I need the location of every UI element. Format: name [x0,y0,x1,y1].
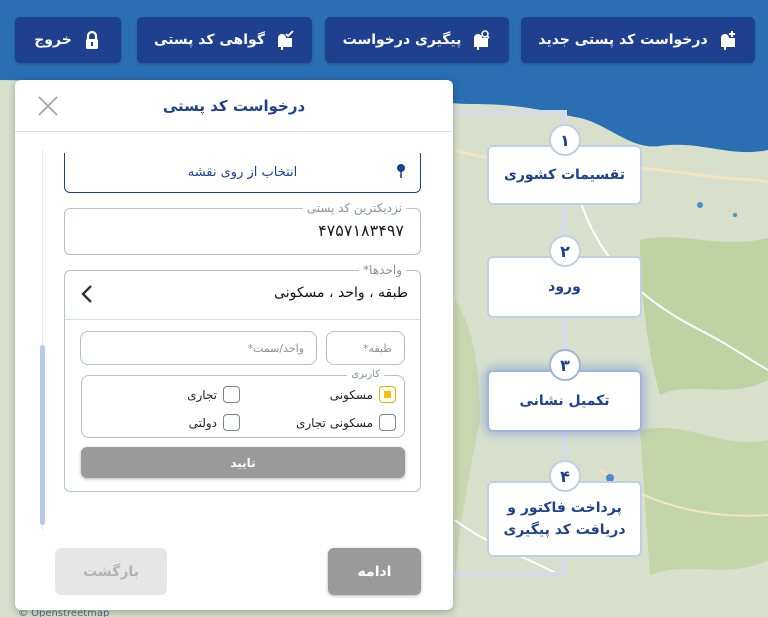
usage-mixed-option[interactable]: مسکونی تجاری [296,414,396,431]
scrollbar-thumb[interactable] [40,345,45,525]
back-button[interactable]: بازگشت [55,548,167,595]
mailbox-search-icon [471,30,491,50]
step-1-number: ۱ [549,124,581,156]
logout-label: خروج [34,32,72,48]
select-on-map-label: انتخاب از روی نقشه [187,165,298,180]
dialog-scrollbar[interactable] [40,150,45,530]
usage-residential-option[interactable]: مسکونی [330,386,396,403]
map-pin-icon [396,163,406,183]
usage-mixed-label: مسکونی تجاری [295,415,373,430]
track-request-label: پیگیری درخواست [342,32,462,48]
lock-icon [82,30,102,50]
step-4-label: پرداخت فاکتور و دریافت کد پیگیری [503,500,626,538]
usage-commercial-label: تجاری [187,387,217,402]
new-postal-code-request-button[interactable]: درخواست کد پستی جدید [521,17,755,63]
stepper-rail-bottom [453,572,567,577]
continue-button[interactable]: ادامه [328,548,421,595]
confirm-unit-button[interactable]: تایید [81,447,405,478]
step-4-box: پرداخت فاکتور و دریافت کد پیگیری [487,481,642,557]
postal-code-request-dialog: درخواست کد پستی انتخاب از روی نقشه نزدیک… [15,80,453,610]
unit-placeholder: واحد/سمت* [247,341,304,355]
units-divider [65,319,420,320]
nearest-postal-code-field[interactable]: نزدیکترین کد پستی ۴۷۵۷۱۸۳۴۹۷ [64,200,421,255]
step-3-label: تکمیل نشانی [519,393,610,409]
usage-label: کاربری [347,368,384,382]
mailbox-plus-icon [718,30,738,50]
mailbox-check-icon [275,30,295,50]
track-request-button[interactable]: پیگیری درخواست [325,17,509,63]
usage-governmental-option[interactable]: دولتی [189,414,240,431]
stepper-rail-top [453,110,565,115]
close-icon[interactable] [37,95,59,117]
usage-mixed-checkbox[interactable] [379,414,396,431]
logout-button[interactable]: خروج [15,17,121,63]
postal-code-certificate-button[interactable]: گواهی کد پستی [137,17,312,63]
nearest-postal-code-value: ۴۷۵۷۱۸۳۴۹۷ [318,221,404,240]
chevron-left-icon[interactable] [79,283,95,305]
units-summary[interactable]: طبقه ، واحد ، مسکونی [274,285,408,301]
dialog-header: درخواست کد پستی [15,80,453,132]
usage-governmental-checkbox[interactable] [223,414,240,431]
certificate-label: گواهی کد پستی [154,32,265,48]
step-4-number: ۴ [549,460,581,492]
step-2-number: ۲ [549,235,581,267]
units-label: واحدها* [359,262,406,278]
usage-residential-checkbox[interactable] [379,386,396,403]
usage-governmental-label: دولتی [188,415,217,430]
usage-residential-label: مسکونی [329,387,373,402]
units-field: واحدها* طبقه ، واحد ، مسکونی طبقه* واحد/… [64,262,421,492]
unit-input[interactable]: واحد/سمت* [80,331,317,365]
step-1-label: تقسیمات کشوری [504,167,625,183]
nearest-postal-code-label: نزدیکترین کد پستی [302,200,406,216]
step-2-label: ورود [548,279,581,295]
usage-commercial-checkbox[interactable] [223,386,240,403]
usage-group: کاربری مسکونی تجاری مسکونی تجاری دولتی [81,368,405,438]
floor-placeholder: طبقه* [362,341,392,355]
floor-input[interactable]: طبقه* [326,331,405,365]
usage-commercial-option[interactable]: تجاری [187,386,240,403]
dialog-title: درخواست کد پستی [162,96,306,115]
new-request-label: درخواست کد پستی جدید [538,32,708,48]
select-on-map-button[interactable]: انتخاب از روی نقشه [64,153,421,193]
step-3-number: ۳ [549,349,581,381]
